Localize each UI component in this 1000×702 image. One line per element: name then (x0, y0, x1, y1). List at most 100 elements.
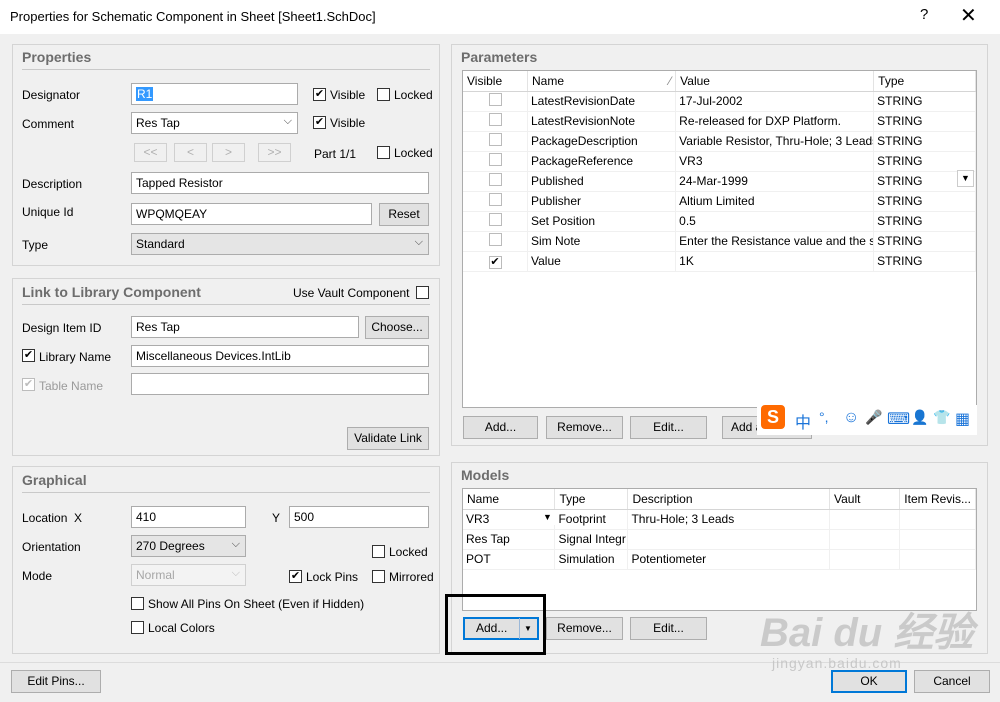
col-model-item-revision[interactable]: Item Revis... (899, 489, 976, 510)
comment-combobox[interactable]: Res Tap ⌵ (131, 112, 298, 134)
param-visible-cell[interactable] (463, 91, 528, 112)
model-description-cell[interactable]: Thru-Hole; 3 Leads (627, 509, 830, 530)
unique-id-input[interactable]: WPQMQEAY (131, 203, 372, 225)
location-x-input[interactable]: 410 (131, 506, 246, 528)
punctuation-icon[interactable]: °, (819, 409, 829, 425)
param-visible-checkbox[interactable] (488, 113, 502, 126)
model-type-cell[interactable]: Signal Integr (554, 529, 629, 550)
param-value-cell[interactable]: Re-released for DXP Platform. (675, 111, 875, 132)
param-remove-button[interactable]: Remove... (546, 416, 623, 439)
model-dropdown-arrow-icon[interactable]: ▼ (540, 510, 555, 525)
library-name-checkbox[interactable]: ✔ (22, 349, 35, 362)
param-type-cell[interactable]: STRING (873, 111, 976, 132)
param-value-cell[interactable]: 1K (675, 251, 875, 272)
param-visible-checkbox[interactable] (488, 173, 502, 186)
parameter-row[interactable]: PackageDescription Variable Resistor, Thr… (463, 131, 976, 152)
type-combobox[interactable]: Standard ⌵ (131, 233, 429, 255)
param-value-cell[interactable]: 24-Mar-1999 (675, 171, 875, 192)
param-visible-cell[interactable] (463, 191, 528, 212)
mirrored-checkbox[interactable] (372, 570, 385, 583)
edit-pins-button[interactable]: Edit Pins... (11, 670, 101, 693)
models-grid[interactable]: Name Type Description Vault Item Revis..… (462, 488, 977, 611)
param-visible-checkbox[interactable] (488, 133, 502, 146)
model-vault-cell[interactable] (829, 509, 901, 530)
param-value-cell[interactable]: Enter the Resistance value and the s (675, 231, 875, 252)
parameter-row[interactable]: LatestRevisionDate 17-Jul-2002 STRING (463, 91, 976, 112)
param-name-cell[interactable]: Value (527, 251, 677, 272)
cancel-button[interactable]: Cancel (914, 670, 990, 693)
col-name[interactable]: Name ⁄ (527, 71, 677, 92)
first-part-button[interactable]: << (134, 143, 167, 162)
model-vault-cell[interactable] (829, 549, 901, 570)
param-type-cell[interactable]: STRING (873, 231, 976, 252)
param-visible-checkbox[interactable] (488, 193, 502, 206)
param-type-cell[interactable]: STRING (873, 151, 976, 172)
location-y-input[interactable]: 500 (289, 506, 429, 528)
param-value-cell[interactable]: VR3 (675, 151, 875, 172)
param-type-cell[interactable]: STRING (873, 211, 976, 232)
model-vault-cell[interactable] (829, 529, 901, 550)
emoji-icon[interactable]: ☺ (843, 409, 859, 427)
param-name-cell[interactable]: Publisher (527, 191, 677, 212)
show-all-pins-checkbox[interactable] (131, 597, 144, 610)
model-revision-cell[interactable] (899, 529, 976, 550)
parameter-row[interactable]: Publisher Altium Limited STRING (463, 191, 976, 212)
table-name-input[interactable] (131, 373, 429, 395)
model-type-cell[interactable]: Simulation (554, 549, 629, 570)
description-input[interactable]: Tapped Resistor (131, 172, 429, 194)
local-colors-checkbox[interactable] (131, 621, 144, 634)
model-name-cell[interactable]: Res Tap (463, 529, 556, 550)
model-name-cell[interactable]: POT (463, 549, 556, 570)
param-visible-checkbox[interactable] (488, 233, 502, 246)
param-name-cell[interactable]: LatestRevisionDate (527, 91, 677, 112)
col-model-type[interactable]: Type (554, 489, 629, 510)
col-type[interactable]: Type (873, 71, 976, 92)
param-type-cell[interactable]: STRING (873, 191, 976, 212)
mode-combobox[interactable]: Normal ⌵ (131, 564, 246, 586)
param-value-cell[interactable]: Variable Resistor, Thru-Hole; 3 Leads (675, 131, 875, 152)
param-type-cell[interactable]: STRING (873, 131, 976, 152)
part-locked-checkbox[interactable] (377, 146, 390, 159)
param-type-cell[interactable]: STRING (873, 251, 976, 272)
col-model-name[interactable]: Name (463, 489, 556, 510)
param-visible-checkbox[interactable]: ✔ (488, 255, 502, 269)
parameter-row[interactable]: ✔ Value 1K STRING (463, 251, 976, 272)
param-edit-button[interactable]: Edit... (630, 416, 707, 439)
param-visible-checkbox[interactable] (488, 93, 502, 106)
param-visible-cell[interactable] (463, 231, 528, 252)
ime-toolbar[interactable]: S 中 °, ☺ 🎤 ⌨ 👤 👕 ▦ (757, 405, 977, 435)
parameter-row[interactable]: LatestRevisionNote Re-released for DXP Pl… (463, 111, 976, 132)
prev-part-button[interactable]: < (174, 143, 207, 162)
parameter-row[interactable]: Sim Note Enter the Resistance value and t… (463, 231, 976, 252)
parameter-row[interactable]: Set Position 0.5 STRING (463, 211, 976, 232)
parameter-row[interactable]: PackageReference VR3 STRING (463, 151, 976, 172)
model-remove-button[interactable]: Remove... (546, 617, 623, 640)
model-type-cell[interactable]: Footprint (554, 509, 629, 530)
param-visible-cell[interactable]: ✔ (463, 251, 528, 272)
validate-link-button[interactable]: Validate Link (347, 427, 429, 450)
orientation-combobox[interactable]: 270 Degrees ⌵ (131, 535, 246, 557)
library-name-input[interactable]: Miscellaneous Devices.IntLib (131, 345, 429, 367)
param-visible-cell[interactable] (463, 211, 528, 232)
param-visible-cell[interactable] (463, 171, 528, 192)
chinese-mode-icon[interactable]: 中 (795, 409, 811, 433)
param-name-cell[interactable]: LatestRevisionNote (527, 111, 677, 132)
help-icon[interactable]: ? (920, 6, 928, 23)
user-icon[interactable]: 👤 (911, 409, 928, 426)
param-visible-cell[interactable] (463, 131, 528, 152)
param-visible-cell[interactable] (463, 151, 528, 172)
graphical-locked-checkbox[interactable] (372, 545, 385, 558)
microphone-icon[interactable]: 🎤 (865, 409, 882, 426)
toolbox-grid-icon[interactable]: ▦ (955, 409, 970, 429)
keyboard-icon[interactable]: ⌨ (887, 409, 910, 429)
lock-pins-checkbox[interactable]: ✔ (289, 570, 302, 583)
designator-visible-checkbox[interactable]: ✔ (313, 88, 326, 101)
param-type-cell[interactable]: STRING (873, 91, 976, 112)
model-description-cell[interactable] (627, 529, 830, 550)
param-name-cell[interactable]: Sim Note (527, 231, 677, 252)
model-row[interactable]: POT Simulation Potentiometer (463, 549, 976, 570)
col-model-vault[interactable]: Vault (829, 489, 901, 510)
col-model-description[interactable]: Description (627, 489, 830, 510)
param-name-cell[interactable]: Set Position (527, 211, 677, 232)
parameter-row[interactable]: Published 24-Mar-1999 STRING (463, 171, 976, 192)
